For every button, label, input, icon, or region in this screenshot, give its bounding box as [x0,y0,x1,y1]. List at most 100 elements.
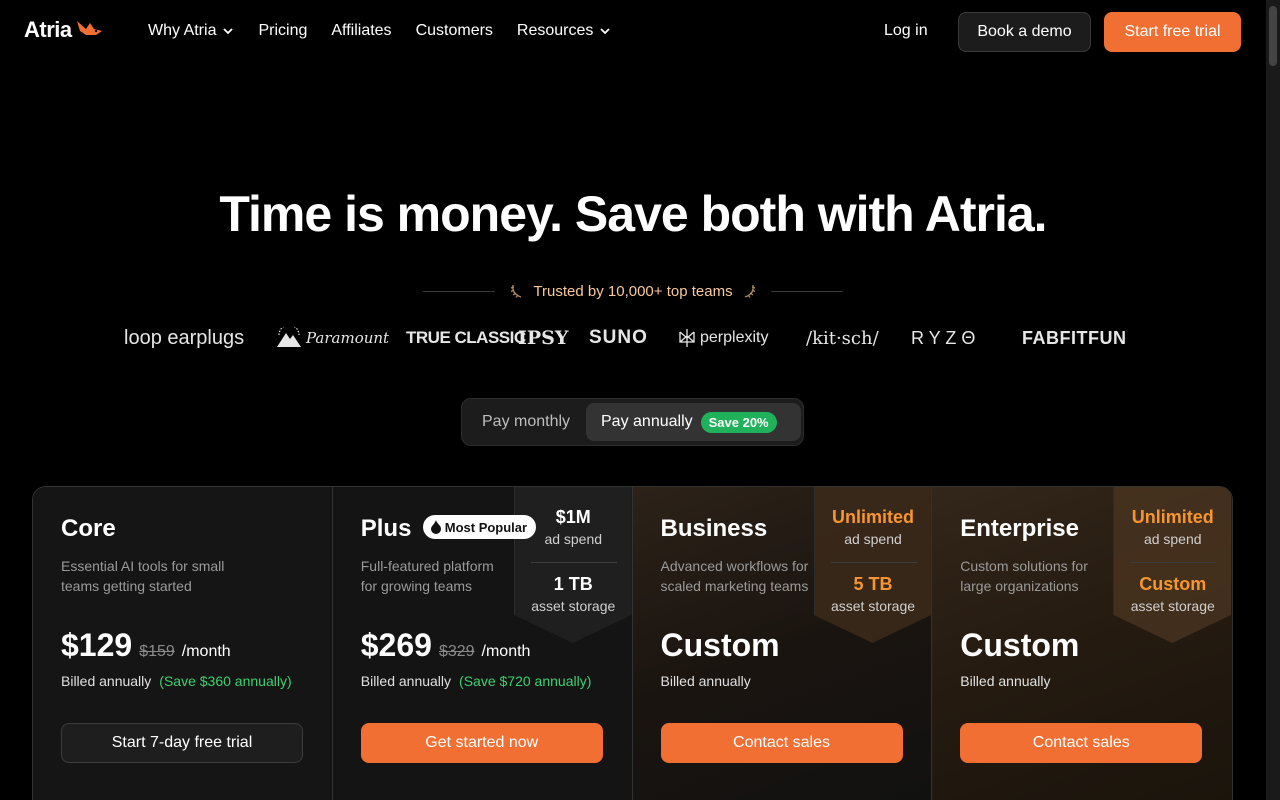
perplexity-icon [679,329,695,347]
price-amount: Custom [660,627,780,663]
billed-text: Billed annually [360,673,452,689]
logo-kitsch: /kit·sch/ [806,327,879,349]
plan-description: Essential AI tools for small teams getti… [61,558,225,594]
plan-limits-ribbon: $1M ad spend 1 TB asset storage [513,487,632,643]
billing-info: Billed annually (Save $360 annually) [61,673,292,689]
ad-spend-value: Unlimited [831,507,914,527]
flame-icon [430,520,441,534]
paramount-mountain-icon [277,327,301,347]
billing-info: Billed annually (Save $720 annually) [361,673,592,689]
price-original: $329 [438,643,475,660]
ribbon-divider [1130,562,1217,563]
most-popular-badge: Most Popular [422,515,537,539]
plus-cta-button[interactable]: Get started now [360,723,603,763]
savings-text: (Save $360 annually) [159,673,292,689]
nav-resources[interactable]: Resources [517,22,611,40]
customer-logos: loop earplugs Paramount TRUE CLASSIC IPS… [0,322,1266,354]
hero-headline: Time is money. Save both with Atria. [219,186,1047,242]
pay-annually-label: Pay annually [601,413,693,430]
pay-monthly-option[interactable]: Pay monthly [482,413,570,431]
perplexity-wordmark: perplexity [700,329,769,346]
nav-resources-label: Resources [516,22,594,39]
price-amount: Custom [960,627,1080,663]
savings-text: (Save $720 annually) [459,673,592,689]
price-unit: /month [181,643,231,660]
scrollbar-thumb[interactable] [1269,6,1277,66]
storage-label: asset storage [531,598,616,614]
nav-why-atria[interactable]: Why Atria [148,22,234,40]
ad-spend-label: ad spend [1143,531,1202,547]
atria-logo[interactable]: Atria [24,17,104,43]
pay-annually-option[interactable]: Pay annually Save 20% [586,403,801,441]
ribbon-divider [830,562,917,563]
logo-perplexity: perplexity [678,322,768,354]
nav-customers-label: Customers [415,22,493,39]
trusted-content: Trusted by 10,000+ top teams [509,283,756,300]
storage-value: 5 TB [853,574,893,594]
billing-info: Billed annually [960,673,1050,689]
plan-name: Business [660,515,768,542]
ad-spend-label: ad spend [844,531,902,547]
logo-fabfitfun: FABFITFUN [1022,327,1127,348]
start-free-trial-button[interactable]: Start free trial [1104,12,1241,52]
chevron-down-icon [600,28,611,35]
logo-true-classic: TRUE CLASSIC [406,328,526,347]
price-amount: $129 [61,627,133,663]
logo-ryze: R Y Z Θ [911,327,976,348]
logo-paramount: Paramount [276,322,389,354]
storage-value: 1 TB [553,574,593,594]
plan-card-plus: $1M ad spend 1 TB asset storage Plus Mos… [332,487,633,800]
core-cta-button[interactable]: Start 7-day free trial [61,723,303,763]
laurel-left-icon [511,284,522,298]
fox-icon [76,21,102,35]
nav-links: Why Atria Pricing Affiliates Customers R… [148,22,611,40]
storage-value: Custom [1139,574,1207,594]
pricing-cards: Core Essential AI tools for small teams … [32,486,1233,800]
billing-info: Billed annually [661,673,751,689]
logo-loop-earplugs: loop earplugs [124,326,245,349]
laurel-right-icon [744,284,755,298]
plan-name: Core [61,515,116,542]
nav-pricing[interactable]: Pricing [258,22,307,40]
ad-spend-value: Unlimited [1131,507,1214,527]
nav-affiliates[interactable]: Affiliates [331,22,391,40]
nav-customers[interactable]: Customers [416,22,493,40]
plan-description: Full-featured platform for growing teams [360,558,494,594]
save-badge: Save 20% [700,411,777,433]
chevron-down-icon [223,28,234,35]
book-demo-button[interactable]: Book a demo [958,12,1091,52]
most-popular-label: Most Popular [444,519,528,535]
logo-ipsy: IPSY [518,327,569,349]
plan-name: Plus [360,515,412,542]
storage-label: asset storage [830,598,916,614]
page-scrollbar[interactable] [1266,0,1280,800]
ribbon-divider [530,562,617,563]
logo-suno: SUNO [589,327,648,348]
storage-label: asset storage [1130,598,1215,614]
billed-text: Billed annually [660,673,751,689]
plan-limits-ribbon: Unlimited ad spend Custom asset storage [1113,487,1232,643]
trusted-text: Trusted by 10,000+ top teams [533,282,733,300]
business-cta-button[interactable]: Contact sales [660,723,903,763]
trusted-banner: Trusted by 10,000+ top teams [408,280,858,302]
plan-price: $129 $159 /month [61,627,231,664]
plan-name: Enterprise [960,515,1079,542]
plan-description: Advanced workflows for scaled marketing … [660,558,809,594]
plan-price: $269 $329 /month [361,627,531,664]
plan-description: Custom solutions for large organizations [960,558,1088,594]
top-nav: Atria Why Atria Pricing Affiliates Custo… [0,0,1266,64]
nav-affiliates-label: Affiliates [331,22,392,39]
price-amount: $269 [360,627,432,663]
login-link[interactable]: Log in [884,22,928,40]
billing-toggle: Pay monthly Pay annually Save 20% [461,398,804,446]
divider-line [770,290,843,292]
billed-text: Billed annually [61,673,152,689]
enterprise-cta-button[interactable]: Contact sales [960,723,1203,763]
billed-text: Billed annually [960,673,1051,689]
paramount-wordmark: Paramount [306,329,390,347]
plan-price: Custom [661,627,780,664]
plan-card-enterprise: Unlimited ad spend Custom asset storage … [932,487,1232,800]
price-original: $159 [139,643,175,660]
plan-limits-ribbon: Unlimited ad spend 5 TB asset storage [813,487,932,643]
plan-card-core: Core Essential AI tools for small teams … [33,487,333,800]
